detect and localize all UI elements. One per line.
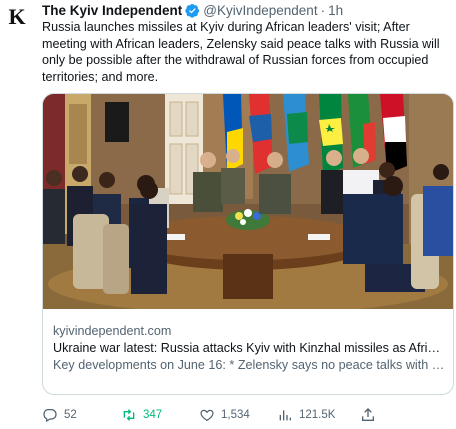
heart-icon — [200, 409, 214, 422]
tweet[interactable]: K The Kyiv Independent @KyivIndependent … — [0, 0, 456, 429]
analytics-icon — [279, 410, 291, 421]
like-count: 1,534 — [221, 409, 250, 421]
reply-count: 52 — [64, 409, 77, 421]
tweet-header: The Kyiv Independent @KyivIndependent · … — [42, 1, 448, 19]
avatar[interactable]: K — [4, 4, 30, 30]
views-count: 121.5K — [299, 409, 336, 421]
reply-button[interactable]: 52 — [42, 407, 121, 423]
retweet-icon — [123, 409, 135, 421]
retweet-button[interactable]: 347 — [121, 407, 199, 423]
tweet-text: Russia launches missiles at Kyiv during … — [42, 20, 440, 84]
card-image — [43, 94, 453, 309]
views-button[interactable]: 121.5K — [277, 407, 360, 423]
card-meta: kyivindependent.com Ukraine war latest: … — [53, 323, 445, 374]
retweet-count: 347 — [143, 409, 163, 421]
avatar-letter: K — [8, 4, 26, 29]
card-title: Ukraine war latest: Russia attacks Kyiv … — [53, 341, 445, 355]
reply-icon — [43, 409, 57, 423]
verified-badge-icon — [185, 3, 200, 18]
share-icon — [362, 408, 374, 421]
author-name[interactable]: The Kyiv Independent — [42, 3, 182, 18]
separator-dot: · — [320, 2, 326, 18]
author-handle[interactable]: @KyivIndependent — [203, 3, 317, 18]
action-bar: 52 347 1,534 121.5K — [42, 405, 446, 425]
timestamp[interactable]: 1h — [328, 3, 343, 18]
share-button[interactable] — [360, 407, 376, 423]
link-card[interactable]: kyivindependent.com Ukraine war latest: … — [42, 93, 454, 395]
like-button[interactable]: 1,534 — [199, 407, 277, 423]
card-domain: kyivindependent.com — [53, 324, 172, 338]
card-description: Key developments on June 16: * Zelensky … — [53, 358, 445, 372]
